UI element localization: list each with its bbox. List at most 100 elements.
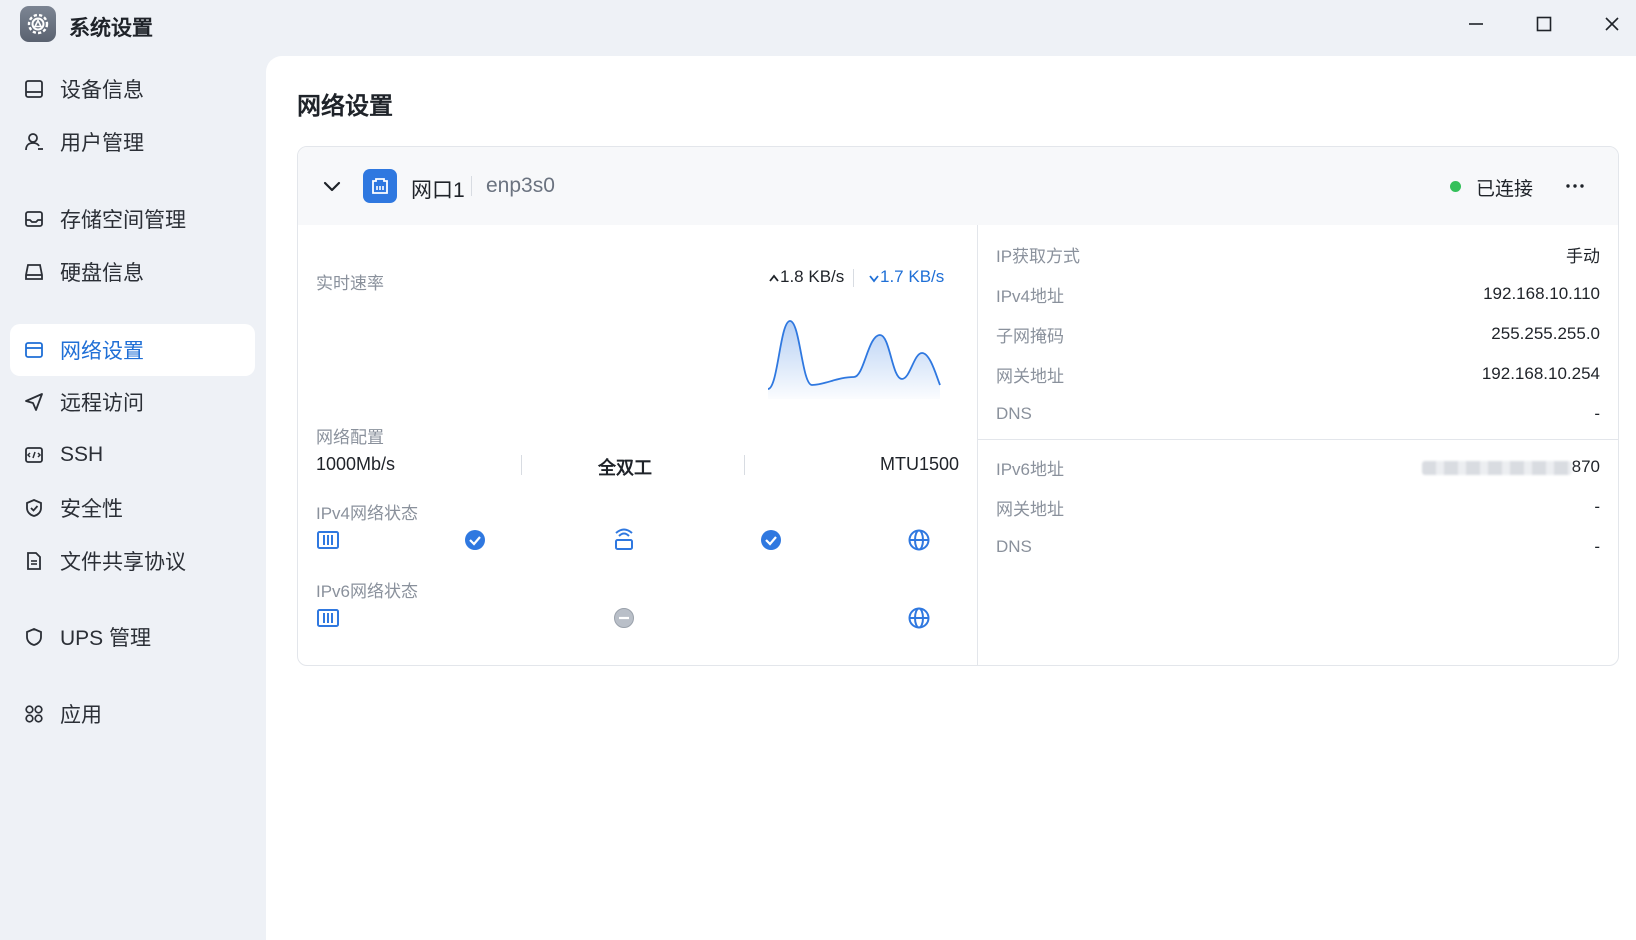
- ipv6-dns-label: DNS: [996, 537, 1032, 556]
- download-rate: 1.7 KB/s: [868, 267, 944, 287]
- ipv6-address-value: 870: [1421, 457, 1600, 477]
- arrow-down-icon: [869, 274, 879, 282]
- sidebar-item-label: UPS 管理: [60, 627, 152, 650]
- network-config-label: 网络配置: [316, 428, 384, 447]
- sidebar-item-security[interactable]: 安全性: [10, 482, 255, 534]
- subnet-mask-label: 子网掩码: [996, 326, 1064, 346]
- sidebar-item-disk-info[interactable]: 硬盘信息: [10, 246, 255, 298]
- title-bar: 系统设置: [0, 0, 1636, 48]
- sidebar-item-label: 应用: [60, 704, 102, 727]
- subnet-mask-row: 子网掩码 255.255.255.0: [996, 322, 1600, 346]
- ipv6-address-label: IPv6地址: [996, 459, 1065, 479]
- server-icon: [317, 531, 339, 549]
- storage-icon: [22, 207, 46, 231]
- sidebar-item-label: 硬盘信息: [60, 262, 144, 285]
- ip-method-label: IP获取方式: [996, 246, 1081, 266]
- ipv6-dns-row: DNS -: [996, 535, 1600, 559]
- document-icon: [22, 549, 46, 573]
- settings-gear-icon: [20, 6, 56, 42]
- subnet-mask-value: 255.255.255.0: [1491, 324, 1600, 343]
- ethernet-port-icon: [363, 169, 397, 203]
- ipv6-gateway-row: 网关地址 -: [996, 495, 1600, 519]
- page-title: 网络设置: [297, 93, 393, 120]
- interface-card: 网口1 enp3s0 已连接 实时速率 1.8 KB/s 1.7 KB/s 网络…: [297, 146, 1619, 666]
- interface-card-header[interactable]: 网口1 enp3s0 已连接: [298, 147, 1618, 225]
- window-title: 系统设置: [69, 17, 153, 40]
- ipv6-connection-path: [317, 607, 930, 629]
- send-icon: [22, 390, 46, 414]
- ipv6-gateway-label: 网关地址: [996, 499, 1064, 519]
- arrow-up-icon: [769, 274, 779, 282]
- ipv6-dns-value: -: [1594, 537, 1600, 556]
- network-icon: [22, 338, 46, 362]
- dns-value: -: [1594, 404, 1600, 423]
- dns-label: DNS: [996, 404, 1032, 423]
- sidebar-item-label: 网络设置: [60, 340, 144, 363]
- sidebar-item-label: 远程访问: [60, 392, 144, 415]
- divider: [978, 439, 1618, 440]
- duplex-mode: 全双工: [598, 458, 652, 478]
- link-speed: 1000Mb/s: [316, 454, 396, 474]
- ip-method-row: IP获取方式 手动: [996, 242, 1600, 266]
- status-text: 已连接: [1476, 179, 1534, 200]
- user-icon: [22, 130, 46, 154]
- maximize-button[interactable]: [1526, 6, 1562, 42]
- sidebar-item-label: 用户管理: [60, 132, 144, 155]
- gateway-label: 网关地址: [996, 366, 1064, 386]
- globe-icon: [908, 529, 930, 551]
- ipv4-connection-path: [317, 528, 930, 551]
- check-circle-icon: [761, 530, 781, 550]
- dns-row: DNS -: [996, 402, 1600, 426]
- ip-method-value: 手动: [1566, 246, 1600, 266]
- sidebar-item-apps[interactable]: 应用: [10, 688, 255, 740]
- sidebar-item-label: 文件共享协议: [60, 551, 186, 574]
- sidebar-item-label: 设备信息: [60, 79, 144, 102]
- interface-name: 网口1: [411, 179, 465, 202]
- ipv4-status-label: IPv4网络状态: [316, 504, 419, 523]
- router-icon: [615, 528, 633, 550]
- more-options-button[interactable]: [1560, 171, 1590, 201]
- disconnected-icon: [614, 608, 634, 628]
- interface-stats-panel: 实时速率 1.8 KB/s 1.7 KB/s 网络配置 1000Mb/s 全双工…: [298, 225, 977, 665]
- sidebar-item-network[interactable]: 网络设置: [10, 324, 255, 376]
- ipv4-address-value: 192.168.10.110: [1483, 284, 1600, 303]
- shield-check-icon: [22, 496, 46, 520]
- sidebar-item-label: SSH: [60, 443, 104, 466]
- upload-rate: 1.8 KB/s: [768, 267, 844, 287]
- shield-icon: [22, 625, 46, 649]
- chevron-down-icon[interactable]: [320, 174, 344, 198]
- ipv6-gateway-value: -: [1594, 497, 1600, 516]
- globe-icon: [908, 607, 930, 629]
- interface-device: enp3s0: [486, 174, 555, 197]
- sidebar: 设备信息 用户管理 存储空间管理 硬盘信息 网络设置 远程访问 SSH 安全性 …: [0, 48, 266, 940]
- sidebar-item-ups[interactable]: UPS 管理: [10, 611, 255, 663]
- sidebar-item-remote-access[interactable]: 远程访问: [10, 376, 255, 428]
- apps-icon: [22, 702, 46, 726]
- sidebar-item-label: 存储空间管理: [60, 209, 186, 232]
- sidebar-item-storage[interactable]: 存储空间管理: [10, 193, 255, 245]
- minimize-button[interactable]: [1458, 6, 1494, 42]
- realtime-rate-label: 实时速率: [316, 274, 384, 293]
- close-button[interactable]: [1594, 6, 1630, 42]
- ipv6-status-label: IPv6网络状态: [316, 582, 419, 601]
- divider: [521, 455, 522, 475]
- status-dot: [1450, 181, 1461, 192]
- ipv4-address-row: IPv4地址 192.168.10.110: [996, 282, 1600, 306]
- sidebar-item-user-management[interactable]: 用户管理: [10, 116, 255, 168]
- device-icon: [22, 77, 46, 101]
- terminal-icon: [22, 443, 46, 467]
- disk-icon: [22, 260, 46, 284]
- divider: [853, 269, 854, 287]
- sidebar-item-label: 安全性: [60, 498, 123, 521]
- gateway-value: 192.168.10.254: [1481, 364, 1600, 383]
- sidebar-item-device-info[interactable]: 设备信息: [10, 63, 255, 115]
- ipv6-address-row: IPv6地址 870: [996, 455, 1600, 479]
- sidebar-item-ssh[interactable]: SSH: [10, 429, 255, 481]
- check-circle-icon: [465, 530, 485, 550]
- sidebar-item-file-sharing[interactable]: 文件共享协议: [10, 535, 255, 587]
- main-panel: 网络设置 网口1 enp3s0 已连接 实时速率 1.8 KB/s 1.7 KB…: [266, 56, 1636, 940]
- ip-details-panel: IP获取方式 手动 IPv4地址 192.168.10.110 子网掩码 255…: [978, 225, 1618, 665]
- divider: [744, 455, 745, 475]
- ipv4-address-label: IPv4地址: [996, 286, 1065, 306]
- server-icon: [317, 609, 339, 627]
